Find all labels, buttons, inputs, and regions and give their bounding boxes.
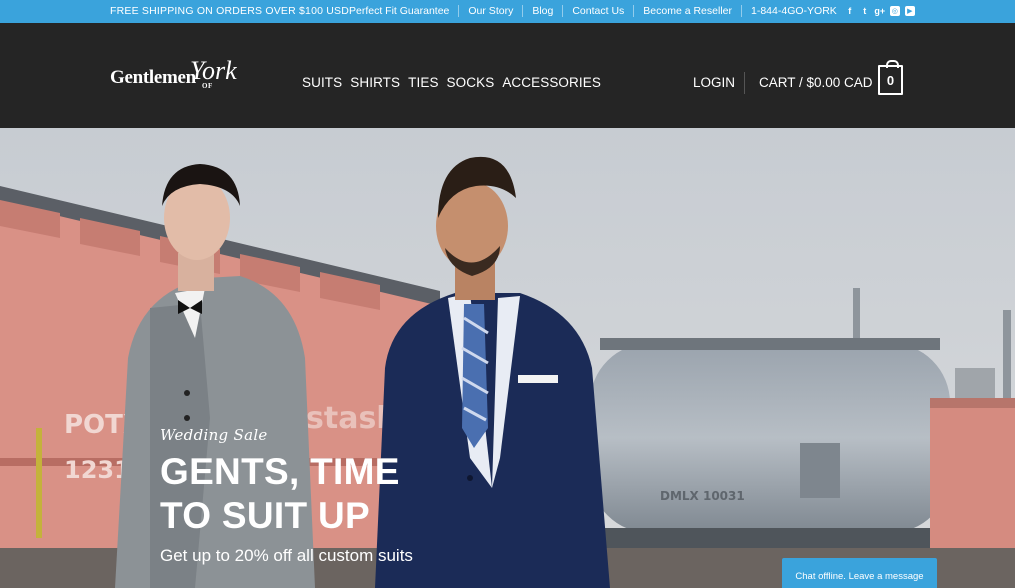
site-logo[interactable]: GentlemenYork OF: [110, 56, 237, 90]
become-a-reseller-link[interactable]: Become a Reseller: [633, 5, 741, 17]
hero-copy: Wedding Sale GENTS, TIME TO SUIT UP Get …: [160, 426, 413, 566]
logo-of-text: OF: [202, 82, 213, 90]
youtube-icon[interactable]: ▶: [904, 6, 915, 16]
cart-bag-icon[interactable]: 0: [878, 60, 903, 95]
hero-subheadline: Get up to 20% off all custom suits: [160, 546, 413, 565]
google-plus-icon[interactable]: g+: [874, 6, 885, 16]
nav-item-ties[interactable]: TIES: [408, 75, 438, 90]
social-icons: f t g+ ◎ ▶: [845, 6, 915, 16]
our-story-link[interactable]: Our Story: [458, 5, 522, 17]
nav-item-suits[interactable]: SUITS: [302, 75, 342, 90]
hero-banner[interactable]: POTX 1231 stash DMLX 10031 Wedding Sale …: [0, 128, 1015, 588]
hero-headline-line1: GENTS, TIME: [160, 451, 400, 492]
contact-us-link[interactable]: Contact Us: [562, 5, 633, 17]
main-nav: SUITS SHIRTS TIES SOCKS ACCESSORIES: [302, 75, 609, 90]
hero-headline: GENTS, TIME TO SUIT UP: [160, 450, 413, 538]
railcar-mark-dmlx: DMLX 10031: [660, 489, 745, 503]
site-header: GentlemenYork OF SUITS SHIRTS TIES SOCKS…: [0, 23, 1015, 128]
login-link[interactable]: LOGIN: [693, 75, 735, 90]
twitter-icon[interactable]: t: [860, 6, 870, 16]
logo-script-text: York: [189, 56, 237, 85]
cart-link[interactable]: CART / $0.00 CAD: [759, 75, 873, 90]
cart-count: 0: [886, 72, 895, 88]
utility-links: Perfect Fit Guarantee Our Story Blog Con…: [340, 5, 915, 17]
phone-number[interactable]: 1-844-4GO-YORK: [741, 5, 843, 17]
free-shipping-notice: FREE SHIPPING ON ORDERS OVER $100 USD: [110, 5, 350, 17]
nav-item-socks[interactable]: SOCKS: [447, 75, 495, 90]
hero-script-label: Wedding Sale: [160, 426, 268, 444]
logo-main-text: Gentlemen: [110, 67, 196, 88]
blog-link[interactable]: Blog: [522, 5, 562, 17]
facebook-icon[interactable]: f: [845, 6, 855, 16]
instagram-icon[interactable]: ◎: [889, 6, 900, 16]
top-utility-bar: FREE SHIPPING ON ORDERS OVER $100 USD Pe…: [0, 0, 1015, 23]
chat-widget-button[interactable]: Chat offline. Leave a message: [782, 558, 937, 588]
hero-headline-line2: TO SUIT UP: [160, 495, 370, 536]
header-divider: [744, 72, 745, 94]
hero-photo: POTX 1231 stash DMLX 10031: [0, 128, 1015, 588]
nav-item-shirts[interactable]: SHIRTS: [350, 75, 400, 90]
perfect-fit-guarantee-link[interactable]: Perfect Fit Guarantee: [340, 5, 458, 17]
railcar-mark-number: 1231: [64, 456, 131, 484]
nav-item-accessories[interactable]: ACCESSORIES: [502, 75, 601, 90]
